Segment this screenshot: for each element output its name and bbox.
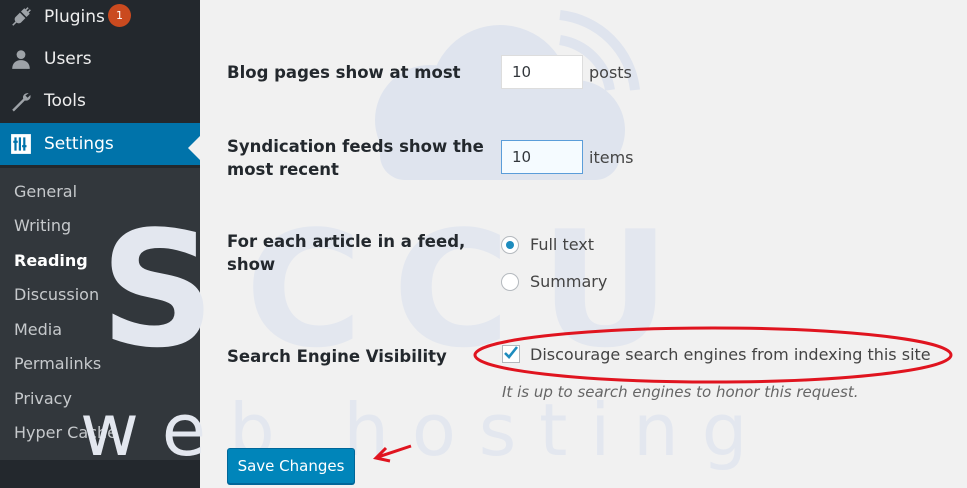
annotation-layer xyxy=(372,326,953,463)
pointer-arrow-icon xyxy=(372,444,412,463)
highlight-ellipse xyxy=(473,326,953,384)
